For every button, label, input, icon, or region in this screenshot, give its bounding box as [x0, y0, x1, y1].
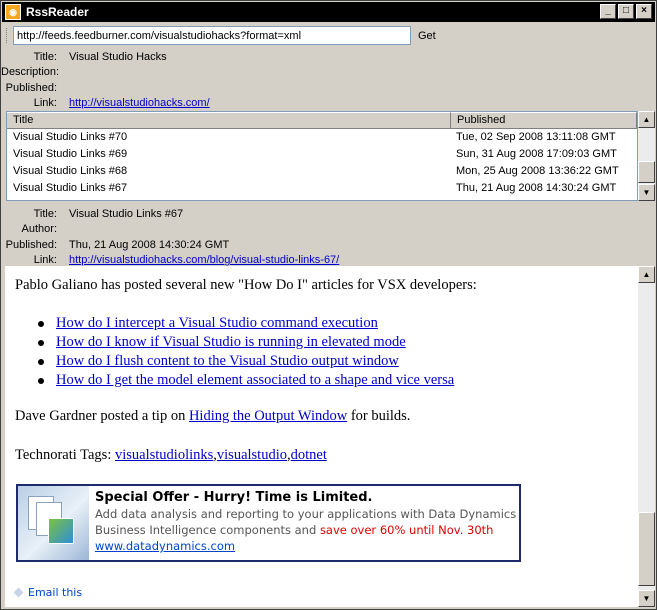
- ad-line-2: Business Intelligence components and sav…: [95, 522, 520, 538]
- minimize-button[interactable]: _: [600, 4, 616, 19]
- column-header-title[interactable]: Title: [7, 112, 451, 128]
- item-author-label: Author:: [21, 223, 57, 236]
- channel-link[interactable]: http://visualstudiohacks.com/: [69, 97, 210, 109]
- article-link[interactable]: How do I flush content to the Visual Stu…: [56, 353, 399, 370]
- item-info: Title: Visual Studio Links #67 Author: P…: [1, 206, 651, 268]
- ad-highlight: save over 60% until Nov. 30th: [319, 523, 494, 537]
- feed-item-list[interactable]: Title Published Visual Studio Links #70 …: [6, 111, 638, 201]
- list-scroll-down-icon[interactable]: ▼: [638, 184, 655, 201]
- content-scroll-down-icon[interactable]: ▼: [638, 590, 655, 607]
- item-published-value: Thu, 21 Aug 2008 14:30:24 GMT: [69, 238, 230, 251]
- content-scrollbar[interactable]: ▲ ▼: [638, 266, 655, 607]
- tip-prefix: Dave Gardner posted a tip on: [15, 408, 189, 424]
- row-published: Sun, 31 Aug 2008 17:09:03 GMT: [456, 148, 617, 160]
- ad-line-2-text: Business Intelligence components and: [95, 523, 320, 537]
- item-title-label: Title:: [33, 207, 57, 220]
- toolbar-grip[interactable]: [6, 28, 9, 43]
- channel-description-label: Description:: [1, 66, 60, 79]
- email-this-label: Email this: [28, 586, 83, 599]
- article-link[interactable]: How do I get the model element associate…: [56, 372, 454, 389]
- content-intro: Pablo Galiano has posted several new "Ho…: [15, 277, 477, 293]
- tags-label: Technorati Tags:: [15, 447, 115, 463]
- list-scrollbar[interactable]: ▲ ▼: [638, 111, 655, 201]
- channel-title-value: Visual Studio Hacks: [69, 50, 167, 63]
- list-scroll-up-icon[interactable]: ▲: [638, 111, 655, 128]
- list-item: How do I know if Visual Studio is runnin…: [38, 333, 454, 352]
- bullet-icon: [38, 339, 44, 346]
- row-title: Visual Studio Links #69: [13, 148, 128, 160]
- row-title: Visual Studio Links #67: [13, 182, 128, 194]
- table-row[interactable]: Visual Studio Links #69 Sun, 31 Aug 2008…: [7, 146, 637, 163]
- maximize-button[interactable]: □: [618, 4, 634, 19]
- item-author-row: Author:: [1, 222, 651, 238]
- content-tip: Dave Gardner posted a tip on Hiding the …: [15, 408, 410, 425]
- rss-reader-window: ◉ RssReader _ □ × Get Title: Visual Stud…: [0, 0, 657, 610]
- channel-title-label: Title:: [33, 50, 57, 63]
- row-title: Visual Studio Links #68: [13, 165, 128, 177]
- item-content-browser[interactable]: Pablo Galiano has posted several new "Ho…: [5, 266, 638, 607]
- channel-published-row: Published:: [1, 80, 651, 96]
- feed-url-input[interactable]: [13, 26, 411, 45]
- bullet-icon: [38, 320, 44, 327]
- content-scroll-thumb[interactable]: [638, 512, 655, 586]
- list-item: How do I get the model element associate…: [38, 371, 454, 390]
- cube-icon: [48, 518, 74, 544]
- channel-info: Title: Visual Studio Hacks Description: …: [1, 49, 651, 111]
- ad-product-image: [18, 486, 89, 560]
- list-header: Title Published: [7, 112, 637, 129]
- item-title-value: Visual Studio Links #67: [69, 207, 184, 220]
- item-title-row: Title: Visual Studio Links #67: [1, 206, 651, 222]
- technorati-tags: Technorati Tags: visualstudiolinks,visua…: [15, 447, 327, 464]
- channel-link-label: Link:: [33, 97, 57, 110]
- column-header-published[interactable]: Published: [451, 112, 637, 128]
- ad-text: Special Offer - Hurry! Time is Limited. …: [95, 490, 520, 554]
- tag-link[interactable]: visualstudio: [217, 447, 287, 463]
- tip-suffix: for builds.: [347, 408, 411, 424]
- row-published: Thu, 21 Aug 2008 14:30:24 GMT: [456, 182, 617, 194]
- advertisement-banner[interactable]: Special Offer - Hurry! Time is Limited. …: [16, 484, 521, 562]
- channel-title-row: Title: Visual Studio Hacks: [1, 49, 651, 65]
- row-published: Tue, 02 Sep 2008 13:11:08 GMT: [456, 131, 616, 143]
- window-title: RssReader: [26, 5, 89, 19]
- article-link[interactable]: How do I intercept a Visual Studio comma…: [56, 315, 378, 332]
- row-published: Mon, 25 Aug 2008 13:36:22 GMT: [456, 165, 619, 177]
- bullet-icon: [38, 358, 44, 365]
- table-row[interactable]: Visual Studio Links #68 Mon, 25 Aug 2008…: [7, 163, 637, 180]
- content-scroll-up-icon[interactable]: ▲: [638, 266, 655, 283]
- title-bar[interactable]: ◉ RssReader _ □ ×: [2, 2, 655, 22]
- close-button[interactable]: ×: [636, 4, 652, 19]
- list-item: How do I flush content to the Visual Stu…: [38, 352, 454, 371]
- list-scroll-thumb[interactable]: [638, 161, 655, 183]
- email-icon: [13, 587, 24, 598]
- item-link[interactable]: http://visualstudiohacks.com/blog/visual…: [69, 254, 339, 266]
- list-item: How do I intercept a Visual Studio comma…: [38, 314, 454, 333]
- row-title: Visual Studio Links #70: [13, 131, 128, 143]
- rss-icon: ◉: [5, 4, 21, 20]
- url-toolbar: Get: [4, 25, 655, 47]
- tip-link[interactable]: Hiding the Output Window: [189, 408, 347, 424]
- article-link-list: How do I intercept a Visual Studio comma…: [38, 314, 454, 390]
- ad-url-link[interactable]: www.datadynamics.com: [95, 539, 235, 553]
- email-this-link[interactable]: Email this: [13, 586, 83, 599]
- channel-link-row: Link: http://visualstudiohacks.com/: [1, 96, 651, 112]
- item-link-label: Link:: [33, 254, 57, 267]
- ad-line-1: Add data analysis and reporting to your …: [95, 507, 517, 521]
- table-row[interactable]: Visual Studio Links #70 Tue, 02 Sep 2008…: [7, 129, 637, 146]
- ad-title: Special Offer - Hurry! Time is Limited.: [95, 490, 373, 505]
- window-controls: _ □ ×: [600, 4, 652, 19]
- tag-link[interactable]: visualstudiolinks: [115, 447, 213, 463]
- bullet-icon: [38, 377, 44, 384]
- get-button[interactable]: Get: [414, 26, 454, 45]
- channel-description-row: Description:: [1, 65, 651, 81]
- tag-link[interactable]: dotnet: [291, 447, 327, 463]
- table-row[interactable]: Visual Studio Links #67 Thu, 21 Aug 2008…: [7, 180, 637, 197]
- item-published-row: Published: Thu, 21 Aug 2008 14:30:24 GMT: [1, 237, 651, 253]
- channel-published-label: Published:: [5, 81, 57, 94]
- item-published-label: Published:: [5, 238, 57, 251]
- article-link[interactable]: How do I know if Visual Studio is runnin…: [56, 334, 406, 351]
